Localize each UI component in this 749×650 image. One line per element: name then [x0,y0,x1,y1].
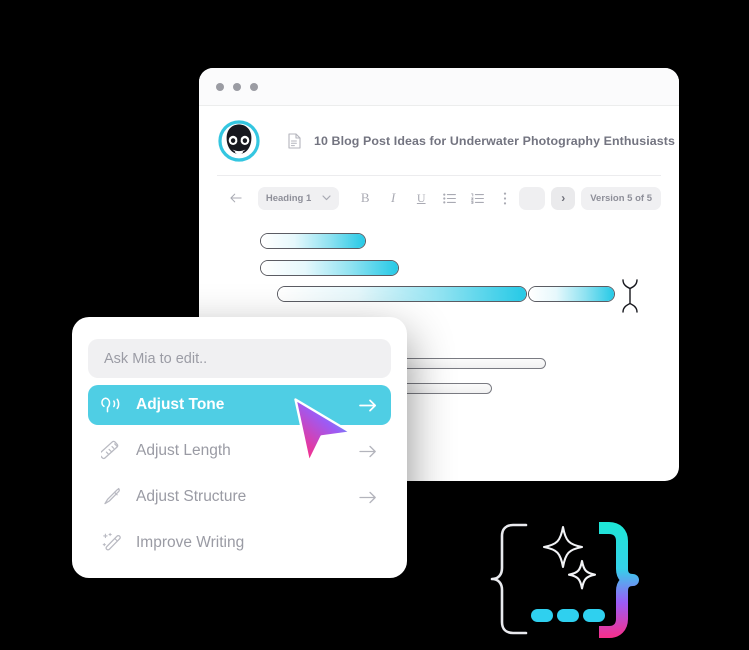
next-version-button[interactable]: › [551,186,576,210]
heading-style-select[interactable]: Heading 1 [257,186,340,210]
bulleted-list-icon [442,193,456,203]
maximize-button-dot[interactable] [250,83,258,91]
mia-action-adjust-tone[interactable]: Adjust Tone [88,385,391,425]
chevron-down-icon [322,195,331,201]
more-vertical-icon [504,192,507,204]
minimize-button-dot[interactable] [233,83,241,91]
close-button-dot[interactable] [216,83,224,91]
arrow-right-icon [359,445,377,458]
code-brace-sparkle-graphic [490,522,639,638]
pen-icon [100,486,124,508]
mia-action-list: Adjust Tone Adjust Length Adjust Structure… [88,385,391,563]
toolbar-right-group: › Version 5 of 5 [519,186,661,210]
italic-button[interactable]: I [379,186,407,210]
voice-tone-icon [100,394,124,416]
mia-action-improve-writing[interactable]: Improve Writing [88,523,391,563]
highlighted-line-3 [277,286,527,302]
blank-chip-button[interactable] [519,186,546,210]
document-header: 10 Blog Post Ideas for Underwater Photog… [217,106,675,176]
bar-fill [278,287,526,301]
underline-button[interactable]: U [407,186,435,210]
back-arrow-icon[interactable] [230,191,242,205]
highlighted-line-4 [528,286,615,302]
bold-button[interactable]: B [351,186,379,210]
mia-action-adjust-length[interactable]: Adjust Length [88,431,391,471]
editor-toolbar: Heading 1 B I U › Version 5 of 5 [199,176,679,220]
traffic-light-buttons[interactable] [216,83,258,91]
version-badge[interactable]: Version 5 of 5 [581,186,661,210]
arrow-right-icon [359,399,377,412]
bar-fill [529,287,614,301]
numbered-list-icon [470,192,484,204]
highlighted-line-2 [260,260,399,276]
mia-action-adjust-structure[interactable]: Adjust Structure [88,477,391,517]
text-caret [619,278,641,319]
magic-wand-icon [100,532,124,554]
heading-style-value: Heading 1 [265,192,312,204]
mia-edit-panel: Ask Mia to edit.. Adjust Tone Adjust Leng… [72,317,407,578]
more-options-button[interactable] [491,186,519,210]
screenshot-root: 10 Blog Post Ideas for Underwater Photog… [0,0,749,650]
mia-action-label: Adjust Tone [136,396,225,413]
mia-action-label: Adjust Structure [136,488,247,505]
bar-fill [261,234,365,248]
text-format-icons: B I U [351,186,519,210]
numbered-list-button[interactable] [463,186,491,210]
bulleted-list-button[interactable] [435,186,463,210]
mia-action-label: Adjust Length [136,442,231,459]
document-icon [288,132,301,149]
mia-action-label: Improve Writing [136,534,245,551]
mia-prompt-input[interactable]: Ask Mia to edit.. [88,339,391,378]
window-titlebar [199,68,679,106]
mia-avatar-icon [218,119,260,162]
ruler-icon [100,440,124,462]
arrow-right-icon [359,491,377,504]
bar-fill [261,261,398,275]
highlighted-line-1 [260,233,366,249]
document-title: 10 Blog Post Ideas for Underwater Photog… [314,133,675,148]
